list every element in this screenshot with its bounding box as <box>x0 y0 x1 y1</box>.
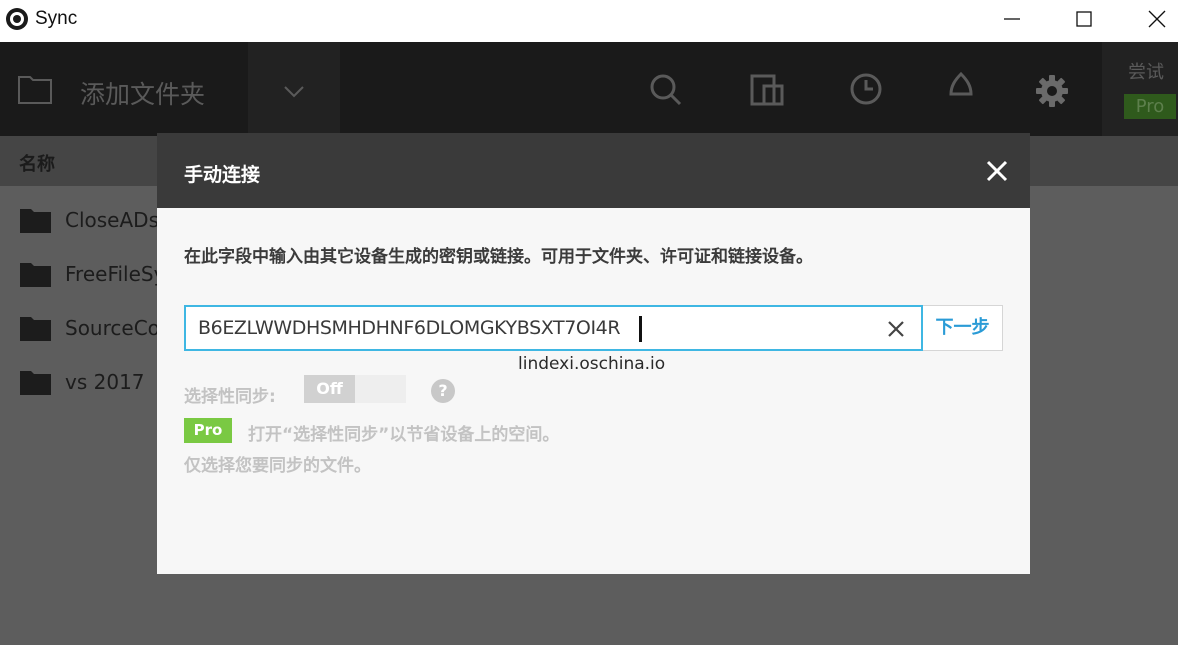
pro-badge: Pro <box>184 418 232 443</box>
sync-eye-icon <box>6 8 28 30</box>
watermark-text: lindexi.oschina.io <box>518 354 666 374</box>
trial-pro-button[interactable]: 尝试 Pro <box>1102 42 1178 136</box>
close-window-button[interactable] <box>1130 0 1178 38</box>
folder-icon <box>20 371 51 395</box>
close-icon <box>1148 10 1166 28</box>
folder-name: vs 2017 <box>65 370 145 394</box>
selective-sync-label: 选择性同步: <box>184 387 276 407</box>
dialog-description: 在此字段中输入由其它设备生成的密钥或链接。可用于文件夹、许可证和链接设备。 <box>184 247 813 267</box>
column-name-header[interactable]: 名称 <box>19 150 55 176</box>
folder-name: FreeFileSy <box>65 262 166 286</box>
pro-hint-line2: 仅选择您要同步的文件。 <box>184 456 371 476</box>
folder-name: SourceCo <box>65 316 160 340</box>
window-titlebar: Sync <box>0 0 1178 42</box>
toolbar: 添加文件夹 尝试 Pro <box>0 42 1178 136</box>
trial-label: 尝试 <box>1128 62 1164 83</box>
minimize-icon <box>1004 18 1020 20</box>
folder-name: CloseADs <box>65 208 159 232</box>
add-folder-label: 添加文件夹 <box>80 80 206 109</box>
pro-hint-line1: 打开“选择性同步”以节省设备上的空间。 <box>248 425 560 445</box>
notification-icon[interactable] <box>944 72 978 106</box>
text-caret <box>639 316 642 342</box>
share-device-icon[interactable] <box>750 72 784 106</box>
close-icon[interactable] <box>986 160 1008 182</box>
help-icon[interactable]: ? <box>431 379 455 403</box>
maximize-button[interactable] <box>1057 0 1111 38</box>
selective-sync-toggle[interactable]: Off <box>304 375 406 403</box>
gear-icon[interactable] <box>1035 74 1069 108</box>
history-icon[interactable] <box>849 72 883 106</box>
app-body: 添加文件夹 尝试 Pro 名称 CloseADs FreeFileSy Sour… <box>0 42 1178 645</box>
folder-icon <box>20 263 51 287</box>
toggle-state-label: Off <box>304 375 355 403</box>
window-title: Sync <box>35 8 78 29</box>
dialog-header: 手动连接 <box>157 133 1030 208</box>
key-input-box[interactable] <box>184 305 923 351</box>
folder-outline-icon <box>18 76 52 104</box>
trial-pro-badge: Pro <box>1124 94 1176 119</box>
minimize-button[interactable] <box>985 0 1039 38</box>
chevron-down-icon <box>284 86 304 98</box>
folder-icon <box>20 317 51 341</box>
manual-connect-dialog: 手动连接 在此字段中输入由其它设备生成的密钥或链接。可用于文件夹、许可证和链接设… <box>157 133 1030 574</box>
key-input[interactable] <box>198 317 878 339</box>
clear-input-icon[interactable] <box>886 319 906 339</box>
add-folder-button[interactable]: 添加文件夹 <box>0 42 246 136</box>
next-step-button[interactable]: 下一步 <box>923 305 1003 351</box>
maximize-icon <box>1076 11 1092 27</box>
dialog-title: 手动连接 <box>184 164 261 186</box>
folder-icon <box>20 209 51 233</box>
search-icon[interactable] <box>648 72 682 106</box>
add-folder-dropdown[interactable] <box>248 42 340 136</box>
